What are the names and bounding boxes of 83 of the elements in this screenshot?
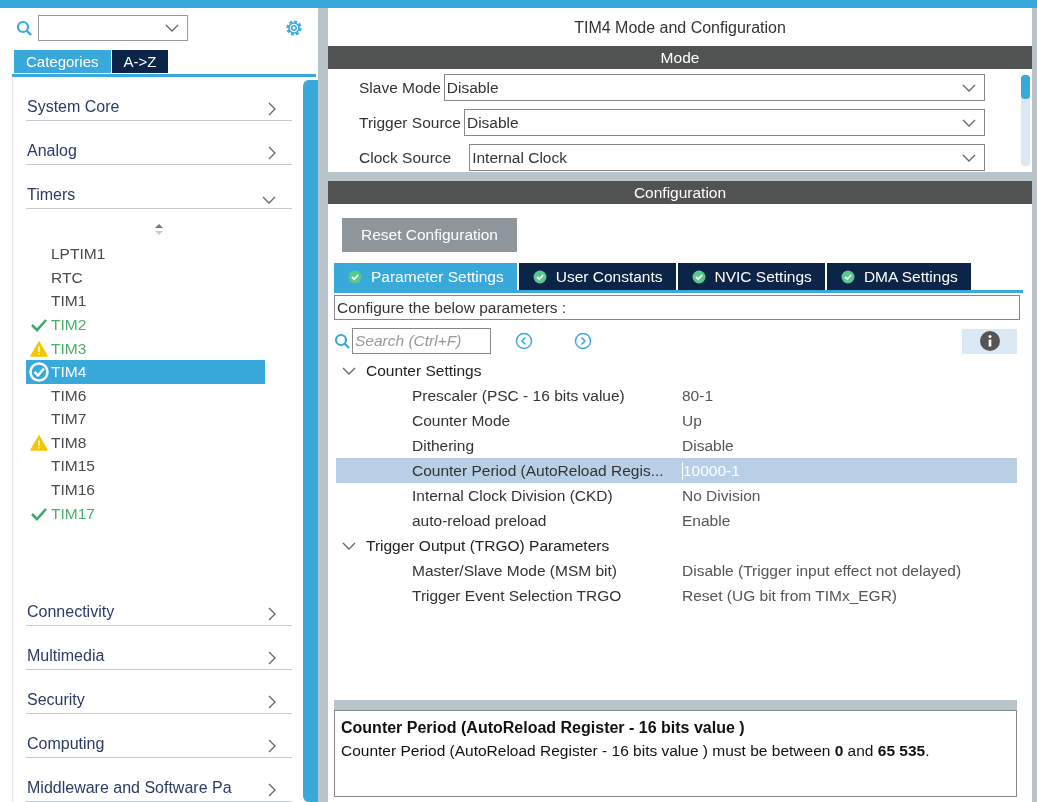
- dropdown-field[interactable]: Disable: [443, 74, 985, 101]
- info-icon: [979, 331, 1000, 351]
- settings-tab[interactable]: DMA Settings: [826, 263, 971, 290]
- warning-icon: [29, 340, 48, 357]
- parameter-value: Enable: [682, 511, 732, 530]
- section-header: Configuration: [328, 181, 1032, 204]
- category-item[interactable]: Multimedia: [26, 625, 292, 670]
- scrollbar[interactable]: [303, 80, 316, 802]
- view-tab[interactable]: A->Z: [111, 50, 169, 73]
- chevron-down-icon: [962, 153, 976, 162]
- parameter-name: Prescaler (PSC - 16 bits value): [411, 386, 626, 405]
- peripheral-item[interactable]: TIM1: [26, 289, 265, 314]
- parameter-row[interactable]: Prescaler (PSC - 16 bits value) 80-1: [336, 383, 1017, 408]
- dropdown-field[interactable]: Disable: [463, 109, 985, 136]
- peripheral-item[interactable]: TIM7: [26, 407, 265, 432]
- category-item[interactable]: Security: [26, 669, 292, 714]
- settings-tab[interactable]: NVIC Settings: [677, 263, 825, 290]
- category-item[interactable]: Connectivity: [26, 581, 292, 626]
- peripheral-item[interactable]: RTC: [26, 265, 265, 290]
- parameter-row[interactable]: auto-reload preload Enable: [336, 508, 1017, 533]
- parameter-row[interactable]: Internal Clock Division (CKD) No Division: [336, 483, 1017, 508]
- search-combo-field[interactable]: [38, 15, 188, 41]
- scrollbar[interactable]: [1021, 75, 1030, 166]
- check-circle-icon: [348, 269, 362, 284]
- parameter-name: Dithering: [411, 436, 476, 455]
- description-title: Counter Period (AutoReload Register - 16 bits value ): [341, 719, 746, 737]
- previous-icon[interactable]: [515, 332, 533, 350]
- field-label: Slave Mode: [359, 78, 441, 97]
- group-row[interactable]: Trigger Output (TRGO) Parameters: [336, 533, 1017, 558]
- search-field[interactable]: Search (Ctrl+F): [352, 328, 491, 354]
- category-item[interactable]: System Core: [26, 77, 292, 122]
- settings-icon[interactable]: [284, 18, 304, 38]
- check-icon: [30, 506, 47, 521]
- dropdown-field[interactable]: Internal Clock: [469, 144, 985, 171]
- parameter-value: Disable: [682, 436, 735, 455]
- peripheral-item[interactable]: TIM6: [26, 383, 265, 408]
- parameter-row[interactable]: Counter Period (AutoReload Regis... 10000-1: [336, 458, 1017, 483]
- parameter-value: Disable (Trigger input effect not delayed): [682, 561, 963, 580]
- peripheral-item[interactable]: LPTIM1: [26, 242, 265, 266]
- parameter-name: Master/Slave Mode (MSM bit): [411, 561, 618, 580]
- parameter-name: Internal Clock Division (CKD): [411, 486, 614, 505]
- info-button[interactable]: [962, 328, 1017, 354]
- panel-title: TIM4 Mode and Configuration: [328, 8, 1032, 46]
- parameter-row[interactable]: Dithering Disable: [336, 433, 1017, 458]
- section-header: Mode: [328, 46, 1032, 69]
- category-item[interactable]: Computing: [26, 713, 292, 758]
- category-item[interactable]: Analog: [26, 121, 292, 166]
- parameter-name: Trigger Event Selection TRGO: [411, 586, 623, 605]
- parameter-row[interactable]: Master/Slave Mode (MSM bit) Disable (Trigger input effect not delayed): [336, 558, 1017, 583]
- parameter-value: No Division: [682, 486, 762, 505]
- chevron-down-icon: [962, 83, 976, 92]
- chevron-down-icon: [962, 118, 976, 127]
- peripheral-item[interactable]: TIM8: [26, 431, 265, 455]
- parameter-name: Counter Mode: [411, 411, 512, 430]
- next-icon[interactable]: [574, 332, 592, 350]
- settings-tab[interactable]: User Constants: [518, 263, 676, 290]
- parameter-row[interactable]: Counter Mode Up: [336, 408, 1017, 433]
- peripheral-item[interactable]: TIM15: [26, 454, 265, 479]
- group-row[interactable]: Counter Settings: [336, 358, 1017, 383]
- field-label: Trigger Source: [359, 113, 461, 132]
- parameter-value: Up: [682, 411, 703, 430]
- warning-icon: [29, 434, 48, 451]
- check-circle-icon: [691, 269, 706, 284]
- check-circle-icon: [532, 269, 547, 284]
- parameter-name: auto-reload preload: [411, 511, 548, 530]
- parameter-value: Reset (UG bit from TIMx_EGR): [682, 586, 899, 605]
- field-label: Clock Source: [359, 148, 452, 167]
- search-icon: [334, 333, 350, 349]
- category-item[interactable]: Timers: [26, 165, 292, 210]
- search-icon: [16, 20, 32, 36]
- parameter-name: Counter Period (AutoReload Regis...: [411, 461, 665, 480]
- check-icon: [30, 317, 47, 332]
- check-circle-icon: [840, 269, 855, 284]
- sort-icon: [154, 223, 164, 237]
- check-circle-icon: [28, 362, 49, 383]
- peripheral-item[interactable]: TIM16: [26, 478, 265, 502]
- parameter-value: 80-1: [682, 386, 715, 405]
- description-text: Counter Period (AutoReload Register - 16 bits value ) must be between 0 and 65 535.: [341, 742, 931, 760]
- parameter-row[interactable]: Trigger Event Selection TRGO Reset (UG bit from TIMx_EGR): [336, 583, 1017, 608]
- parameter-value: 10000-1: [682, 461, 1017, 480]
- hint-text: Configure the below parameters :: [334, 295, 1020, 320]
- category-item[interactable]: Middleware and Software Pa: [26, 757, 292, 802]
- chevron-down-icon: [165, 24, 179, 32]
